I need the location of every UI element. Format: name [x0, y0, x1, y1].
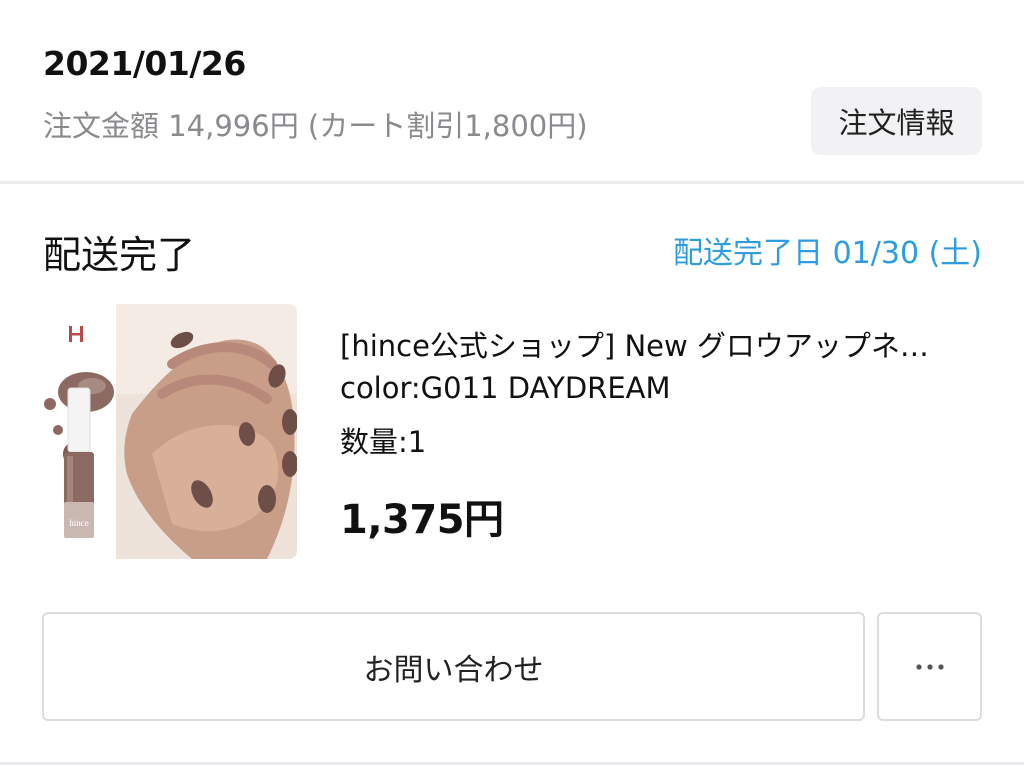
- section-divider: [0, 181, 1024, 184]
- product-image: hince: [42, 304, 297, 559]
- product-thumbnail[interactable]: hince: [42, 304, 297, 559]
- svg-text:hince: hince: [69, 518, 89, 528]
- order-info-button[interactable]: 注文情報: [811, 87, 982, 155]
- delivery-status: 配送完了: [43, 233, 196, 277]
- delivery-completed-date: 配送完了日 01/30 (土): [673, 236, 982, 271]
- product-name[interactable]: [hince公式ショップ] New グロウアップネ…: [340, 323, 980, 365]
- product-color: color:G011 DAYDREAM: [340, 371, 671, 405]
- product-quantity: 数量:1: [340, 425, 427, 459]
- more-button[interactable]: [877, 612, 982, 721]
- product-price: 1,375円: [340, 497, 504, 543]
- order-amount: 注文金額 14,996円 (カート割引1,800円): [43, 109, 588, 143]
- order-history-card: 2021/01/26 注文金額 14,996円 (カート割引1,800円) 注文…: [0, 0, 1024, 765]
- order-date: 2021/01/26: [43, 44, 246, 83]
- more-horizontal-icon: [915, 663, 944, 670]
- contact-button[interactable]: お問い合わせ: [42, 612, 865, 721]
